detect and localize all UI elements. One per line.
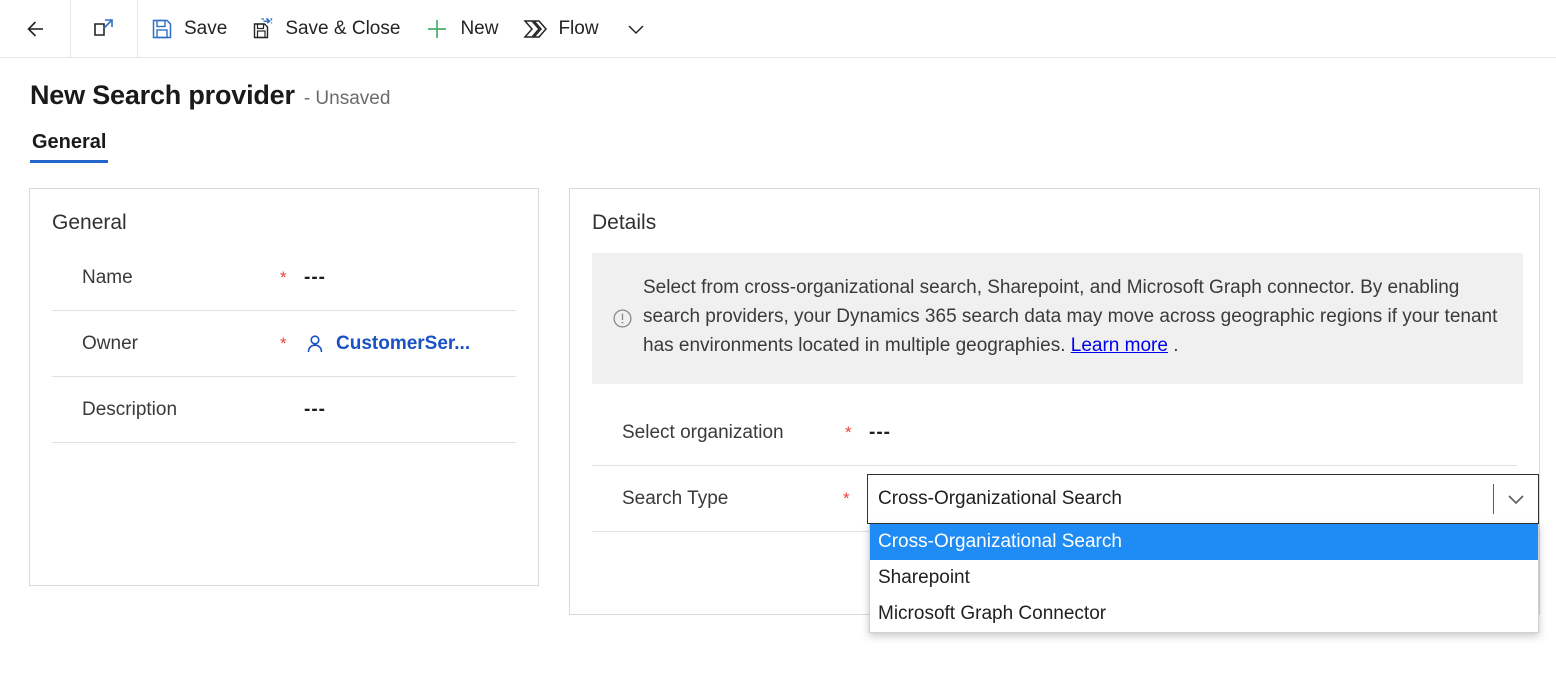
field-row-name: Name * ---	[52, 245, 516, 311]
save-and-close-icon	[251, 17, 275, 41]
tab-list: General	[0, 131, 1556, 163]
select-organization-required-indicator: *	[845, 423, 852, 442]
general-section-card: General Name * --- Owner * CustomerSer..…	[29, 188, 539, 586]
save-and-close-label: Save & Close	[285, 17, 401, 39]
save-button[interactable]: Save	[138, 0, 239, 58]
name-required-indicator: *	[280, 268, 287, 287]
field-row-search-type: Search Type * Cross-Organizational Searc…	[592, 466, 1539, 633]
dropdown-option-cross-organizational-search[interactable]: Cross-Organizational Search	[870, 523, 1538, 560]
select-organization-value[interactable]: ---	[869, 422, 1517, 444]
chevron-down-icon[interactable]	[1494, 487, 1538, 511]
record-state: - Unsaved	[303, 88, 391, 109]
search-type-dropdown-list[interactable]: Cross-Organizational Search Sharepoint M…	[869, 523, 1539, 633]
tab-general-label: General	[32, 131, 107, 153]
save-and-close-button[interactable]: Save & Close	[239, 0, 412, 58]
save-icon	[150, 17, 174, 41]
form-content: General Name * --- Owner * CustomerSer..…	[0, 163, 1556, 633]
description-value[interactable]: ---	[304, 399, 516, 421]
flow-icon	[522, 16, 548, 42]
dropdown-option-label: Microsoft Graph Connector	[878, 602, 1107, 624]
flow-label: Flow	[558, 17, 599, 39]
owner-required-indicator: *	[280, 334, 287, 353]
search-type-combobox-wrapper: Cross-Organizational Search Cross-Organi…	[867, 473, 1539, 633]
name-value[interactable]: ---	[304, 267, 516, 289]
back-button[interactable]	[0, 0, 70, 58]
new-label: New	[460, 17, 499, 39]
info-banner-text: Select from cross-organizational search,…	[643, 273, 1501, 360]
field-row-description: Description ---	[52, 377, 516, 443]
dropdown-option-label: Sharepoint	[878, 566, 970, 588]
field-row-select-organization: Select organization * ---	[592, 400, 1517, 466]
save-label: Save	[184, 17, 228, 39]
select-organization-label: Select organization	[622, 421, 784, 443]
owner-link-label[interactable]: CustomerSer...	[336, 333, 470, 355]
name-label: Name	[82, 266, 133, 288]
dropdown-option-sharepoint[interactable]: Sharepoint	[870, 560, 1538, 596]
page-title: New Search provider	[30, 80, 295, 110]
new-button[interactable]: New	[412, 0, 510, 58]
popout-icon	[91, 16, 117, 42]
general-section-title: General	[52, 211, 127, 234]
search-type-selected-value: Cross-Organizational Search	[878, 487, 1122, 509]
info-banner: Select from cross-organizational search,…	[592, 253, 1523, 384]
plus-icon	[424, 16, 450, 42]
search-type-required-indicator: *	[843, 489, 850, 508]
dropdown-option-label: Cross-Organizational Search	[878, 530, 1122, 552]
chevron-down-icon	[623, 16, 649, 42]
more-commands-button[interactable]	[611, 0, 661, 58]
learn-more-link[interactable]: Learn more	[1071, 335, 1168, 356]
tab-general[interactable]: General	[30, 131, 109, 163]
person-icon	[304, 333, 326, 355]
back-arrow-icon	[22, 16, 48, 42]
field-row-owner: Owner * CustomerSer...	[52, 311, 516, 377]
open-in-new-window-button[interactable]	[71, 0, 137, 58]
details-section-title: Details	[592, 211, 657, 234]
info-circle-icon	[612, 277, 633, 360]
record-header: New Search provider - Unsaved	[0, 58, 1556, 111]
details-section-card: Details Select from cross-organizational…	[569, 188, 1540, 633]
owner-value[interactable]: CustomerSer...	[304, 333, 516, 355]
dropdown-option-microsoft-graph-connector[interactable]: Microsoft Graph Connector	[870, 596, 1538, 632]
info-banner-trailing: .	[1167, 335, 1179, 356]
search-type-label: Search Type	[622, 487, 729, 509]
description-label: Description	[82, 398, 178, 420]
owner-label: Owner	[82, 332, 138, 354]
search-type-combobox[interactable]: Cross-Organizational Search	[867, 473, 1539, 524]
flow-button[interactable]: Flow	[510, 0, 610, 58]
command-bar: Save Save & Close New Flow	[0, 0, 1556, 58]
